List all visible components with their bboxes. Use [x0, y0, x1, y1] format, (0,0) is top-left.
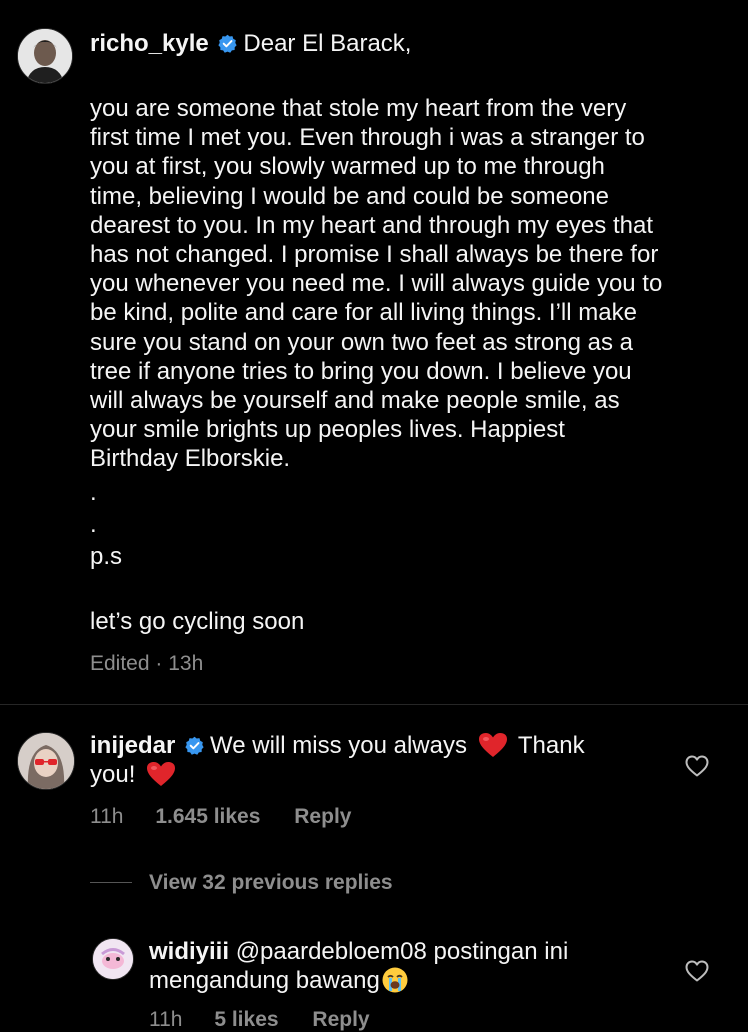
caption-line: be kind, polite and care for all living … [90, 299, 637, 327]
caption-line: you are someone that stole my heart from… [90, 95, 627, 122]
caption-username[interactable]: richo_kyle [90, 30, 209, 57]
reply-text: mengandung bawang [149, 967, 380, 995]
heart-outline-icon[interactable] [685, 960, 709, 982]
caption-ps: p.s [90, 543, 123, 570]
caption-dot: . [90, 479, 97, 506]
divider [0, 704, 748, 705]
reply-text: @paardebloem08 postingan ini [235, 938, 569, 965]
heart-outline-icon[interactable] [685, 755, 709, 777]
verified-badge-icon [185, 736, 204, 755]
avatar-richo-kyle-image [18, 29, 72, 83]
comment-text: you! [90, 761, 136, 789]
avatar-widiyiii[interactable] [92, 938, 134, 980]
reply-button[interactable]: Reply [294, 805, 351, 828]
comment-likes-count[interactable]: 1.645 likes [155, 805, 260, 828]
caption-line: will always be yourself and make people … [90, 387, 620, 415]
comment-username[interactable]: inijedar [90, 732, 175, 759]
caption-line: you whenever you need me. I will always … [90, 270, 663, 298]
caption-line: your smile brights up peoples lives. Hap… [90, 416, 565, 444]
comment-text: Thank [517, 732, 585, 759]
reply-likes-count[interactable]: 5 likes [214, 1008, 278, 1031]
caption-greeting: Dear El Barack, [243, 30, 412, 57]
caption-edited-timestamp: Edited · 13h [90, 652, 204, 675]
red-heart-emoji-icon [478, 732, 508, 758]
caption-line: time, believing I would be and could be … [90, 182, 609, 210]
view-previous-replies-button[interactable]: View 32 previous replies [149, 871, 393, 895]
caption-line: you at first, you slowly warmed up to me… [90, 153, 605, 181]
caption-dot: . [90, 511, 97, 538]
view-replies-line [90, 882, 132, 883]
loudly-crying-emoji-icon [381, 966, 409, 994]
avatar-widiyiii-image [93, 939, 133, 979]
caption-line: Birthday Elborskie. [90, 445, 291, 473]
reply-username[interactable]: widiyiii [149, 938, 229, 965]
avatar-inijedar-image [18, 733, 74, 789]
caption-line: sure you stand on your own two feet as s… [90, 328, 633, 356]
caption-line: has not changed. I promise I shall alway… [90, 241, 659, 269]
verified-badge-icon [218, 34, 238, 53]
avatar-richo-kyle[interactable] [17, 28, 73, 84]
reply-timestamp: 11h [149, 1008, 183, 1031]
avatar-inijedar[interactable] [17, 732, 75, 790]
comment-text: We will miss you always [210, 732, 467, 759]
caption-line: first time I met you. Even through i was… [90, 124, 645, 152]
caption-line: dearest to you. In my heart and through … [90, 211, 653, 239]
caption-paragraph: you are someone that stole my heart from… [90, 94, 730, 474]
comment-timestamp: 11h [90, 805, 124, 828]
caption-line: tree if anyone tries to bring you down. … [90, 357, 632, 385]
reply-button[interactable]: Reply [312, 1008, 369, 1031]
red-heart-emoji-icon [146, 761, 176, 787]
caption-closing: let’s go cycling soon [90, 608, 305, 635]
